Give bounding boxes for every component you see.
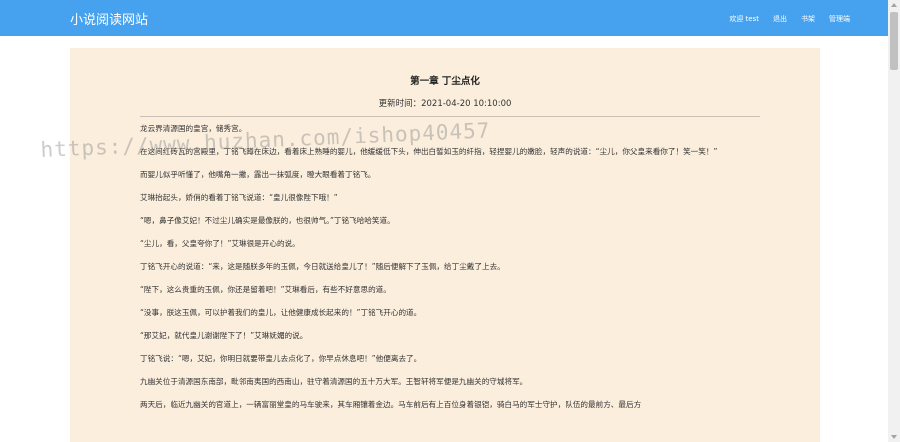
nav-logout[interactable]: 退出	[773, 14, 787, 24]
page-scrollbar[interactable]	[888, 0, 900, 442]
chapter-paragraph: 在这间红砖瓦的宫殿里，丁铭飞蹲在床边，看着床上熟睡的婴儿，他缓缓低下头，伸出白皙…	[140, 147, 718, 156]
site-title[interactable]: 小说阅读网站	[70, 9, 148, 28]
top-nav: 欢迎 test 退出 书架 管理端	[729, 14, 850, 24]
scroll-down-arrow-icon[interactable]	[891, 435, 897, 439]
chapter-paragraph: “没事，朕这玉佩，可以护着我们的皇儿，让他健康成长起来的！”丁铭飞开心的道。	[140, 308, 422, 317]
top-navbar: 小说阅读网站 欢迎 test 退出 书架 管理端	[0, 0, 888, 36]
update-time: 更新时间：2021-04-20 10:10:00	[378, 99, 512, 109]
chapter-paragraph: “嗯，鼻子像艾妃！不过尘儿确实是最像朕的，也很帅气。”丁铭飞哈哈笑道。	[140, 216, 395, 225]
chapter-reader: 第一章 丁尘点化 更新时间：2021-04-20 10:10:00 龙云界清源国…	[70, 48, 820, 442]
chapter-paragraph: “尘儿，看，父皇夸你了！”艾琳很是开心的说。	[140, 239, 300, 248]
nav-bookshelf[interactable]: 书架	[801, 14, 815, 24]
chapter-paragraph: 两天后，临近九幽关的官道上，一辆富丽堂皇的马车驶来，其车厢镶着金边。马车前后有上…	[140, 400, 642, 409]
scroll-up-arrow-icon[interactable]	[891, 3, 897, 7]
scrollbar-thumb[interactable]	[890, 12, 898, 70]
chapter-paragraph: 艾琳抬起头，娇俏的看着丁铭飞说道：“皇儿很像陛下哦！”	[140, 193, 338, 202]
nav-admin[interactable]: 管理端	[829, 14, 850, 24]
chapter-paragraph: 而婴儿似乎听懂了，他嘴角一撇，露出一抹弧度，瞪大眼看着丁铭飞。	[140, 170, 376, 179]
chapter-paragraph: 丁铭飞说：“嗯，艾妃，你明日就要带皇儿去点化了，你早点休息吧！”他便离去了。	[140, 354, 422, 363]
chapter-content: 龙云界清源国的皇宫，储秀宫。 在这间红砖瓦的宫殿里，丁铭飞蹲在床边，看着床上熟睡…	[140, 122, 760, 421]
chapter-paragraph: “那艾妃，就代皇儿谢谢陛下了！”艾琳妩媚的说。	[140, 331, 308, 340]
chapter-paragraph: 丁铭飞开心的说道：“来，这是随朕多年的玉佩，今日就送给皇儿了！”随后便解下了玉佩…	[140, 262, 505, 271]
chapter-paragraph: 九幽关位于清源国东南部，毗邻南夷国的西南山，驻守着清源国的五十万大军。王智轩将军…	[140, 377, 528, 386]
chapter-paragraph: “陛下，这么贵重的玉佩，你还是留着吧！”艾琳看后，有些不好意思的道。	[140, 285, 391, 294]
chapter-paragraph: 龙云界清源国的皇宫，储秀宫。	[140, 124, 247, 133]
nav-welcome-user[interactable]: 欢迎 test	[729, 14, 759, 24]
title-divider	[140, 116, 760, 117]
chapter-title: 第一章 丁尘点化	[410, 76, 480, 87]
